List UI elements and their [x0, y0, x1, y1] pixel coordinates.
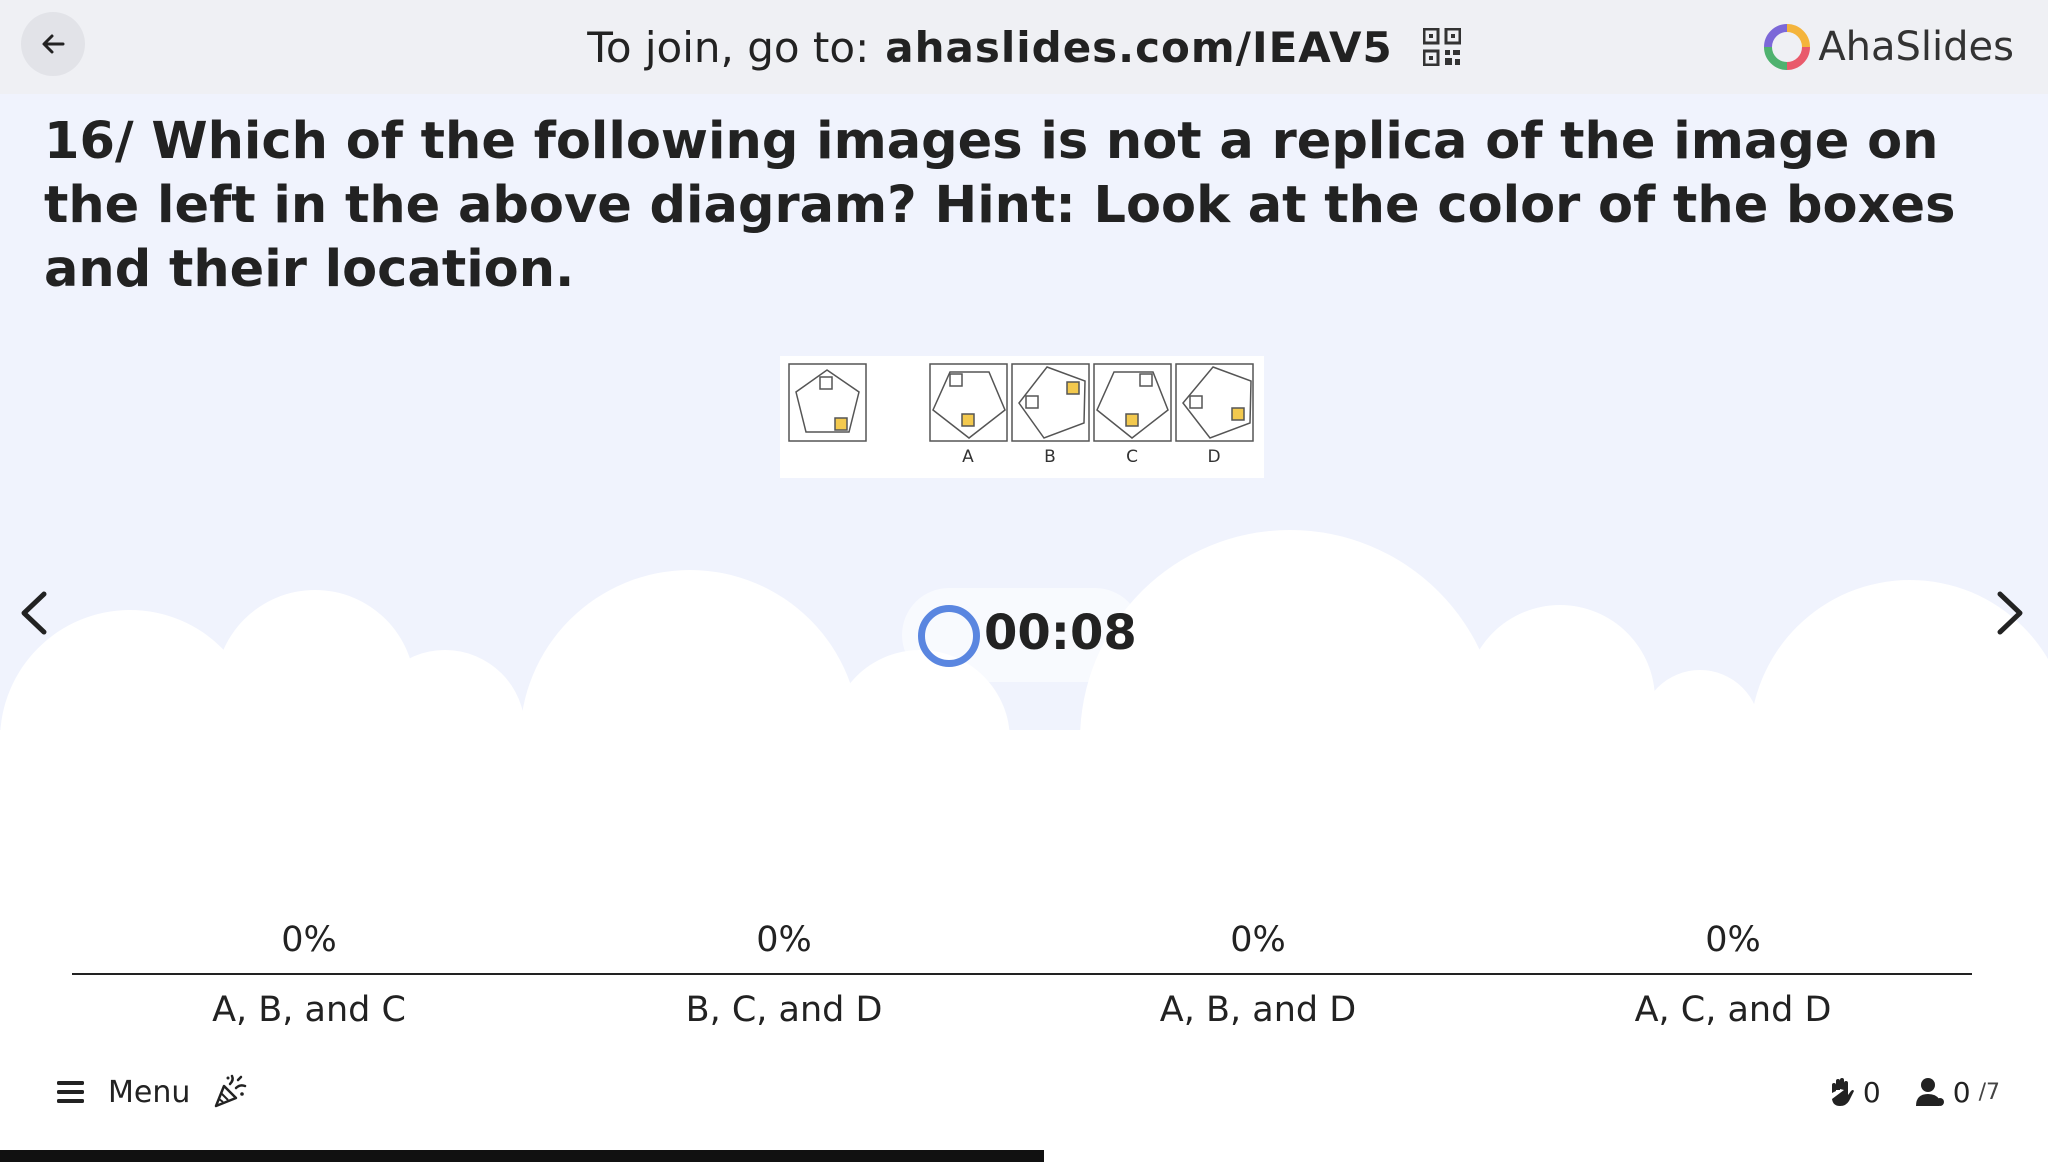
ahaslides-logo[interactable]: AhaSlides	[1764, 22, 2014, 72]
slide-progress-fill	[0, 1150, 1045, 1162]
figure-label-c: C	[1126, 447, 1138, 467]
result-percent: 0%	[1230, 920, 1286, 960]
menu-button[interactable]: Menu	[56, 1075, 190, 1110]
result-percent: 0%	[756, 920, 812, 960]
timer-ring-icon	[918, 605, 980, 667]
option-shape-b	[1011, 363, 1090, 442]
pentagon-puzzle-figure: A B C D	[788, 363, 1254, 467]
figure-label-b: B	[1044, 447, 1056, 467]
figure-label-d: D	[1207, 447, 1220, 467]
audience-stats: 0 0/7	[1827, 1072, 2000, 1112]
join-prefix: To join, go to:	[587, 22, 870, 72]
hands-count: 0	[1862, 1075, 1881, 1109]
results-baseline	[72, 973, 1972, 975]
join-instructions: To join, go to: ahaslides.com/IEAV5	[0, 0, 2048, 94]
brand-name: AhaSlides	[1818, 24, 2014, 70]
participants-total: /7	[1978, 1079, 2000, 1105]
raised-hand-icon[interactable]	[1827, 1077, 1855, 1107]
result-option-label: A, C, and D	[1634, 990, 1832, 1030]
party-popper-icon[interactable]	[212, 1074, 248, 1110]
figure-label-a: A	[962, 447, 974, 467]
option-shape-d	[1175, 363, 1254, 442]
chevron-left-icon[interactable]	[14, 588, 54, 638]
question-image: A B C D	[780, 356, 1264, 478]
question-title: 16/ Which of the following images is not…	[44, 112, 1956, 299]
menu-label: Menu	[108, 1074, 191, 1110]
option-shape-a	[929, 363, 1008, 442]
option-shape-c	[1093, 363, 1172, 442]
qr-code-icon[interactable]	[1422, 28, 1461, 66]
join-url[interactable]: ahaslides.com/IEAV5	[885, 23, 1392, 72]
result-percent: 0%	[281, 920, 337, 960]
result-option-label: A, B, and D	[1159, 990, 1357, 1030]
result-percent: 0%	[1705, 920, 1761, 960]
result-option-label: A, B, and C	[212, 990, 406, 1030]
reference-shape	[788, 363, 867, 442]
footer-menu: Menu	[56, 1072, 248, 1112]
result-option-label: B, C, and D	[685, 990, 883, 1030]
ahaslides-logo-icon	[1764, 24, 1811, 70]
chevron-right-icon[interactable]	[1990, 588, 2030, 638]
participants-count: 0	[1952, 1075, 1971, 1109]
menu-icon	[57, 1081, 84, 1103]
timer-value: 00:08	[984, 605, 1137, 661]
participant-icon[interactable]	[1915, 1077, 1945, 1107]
